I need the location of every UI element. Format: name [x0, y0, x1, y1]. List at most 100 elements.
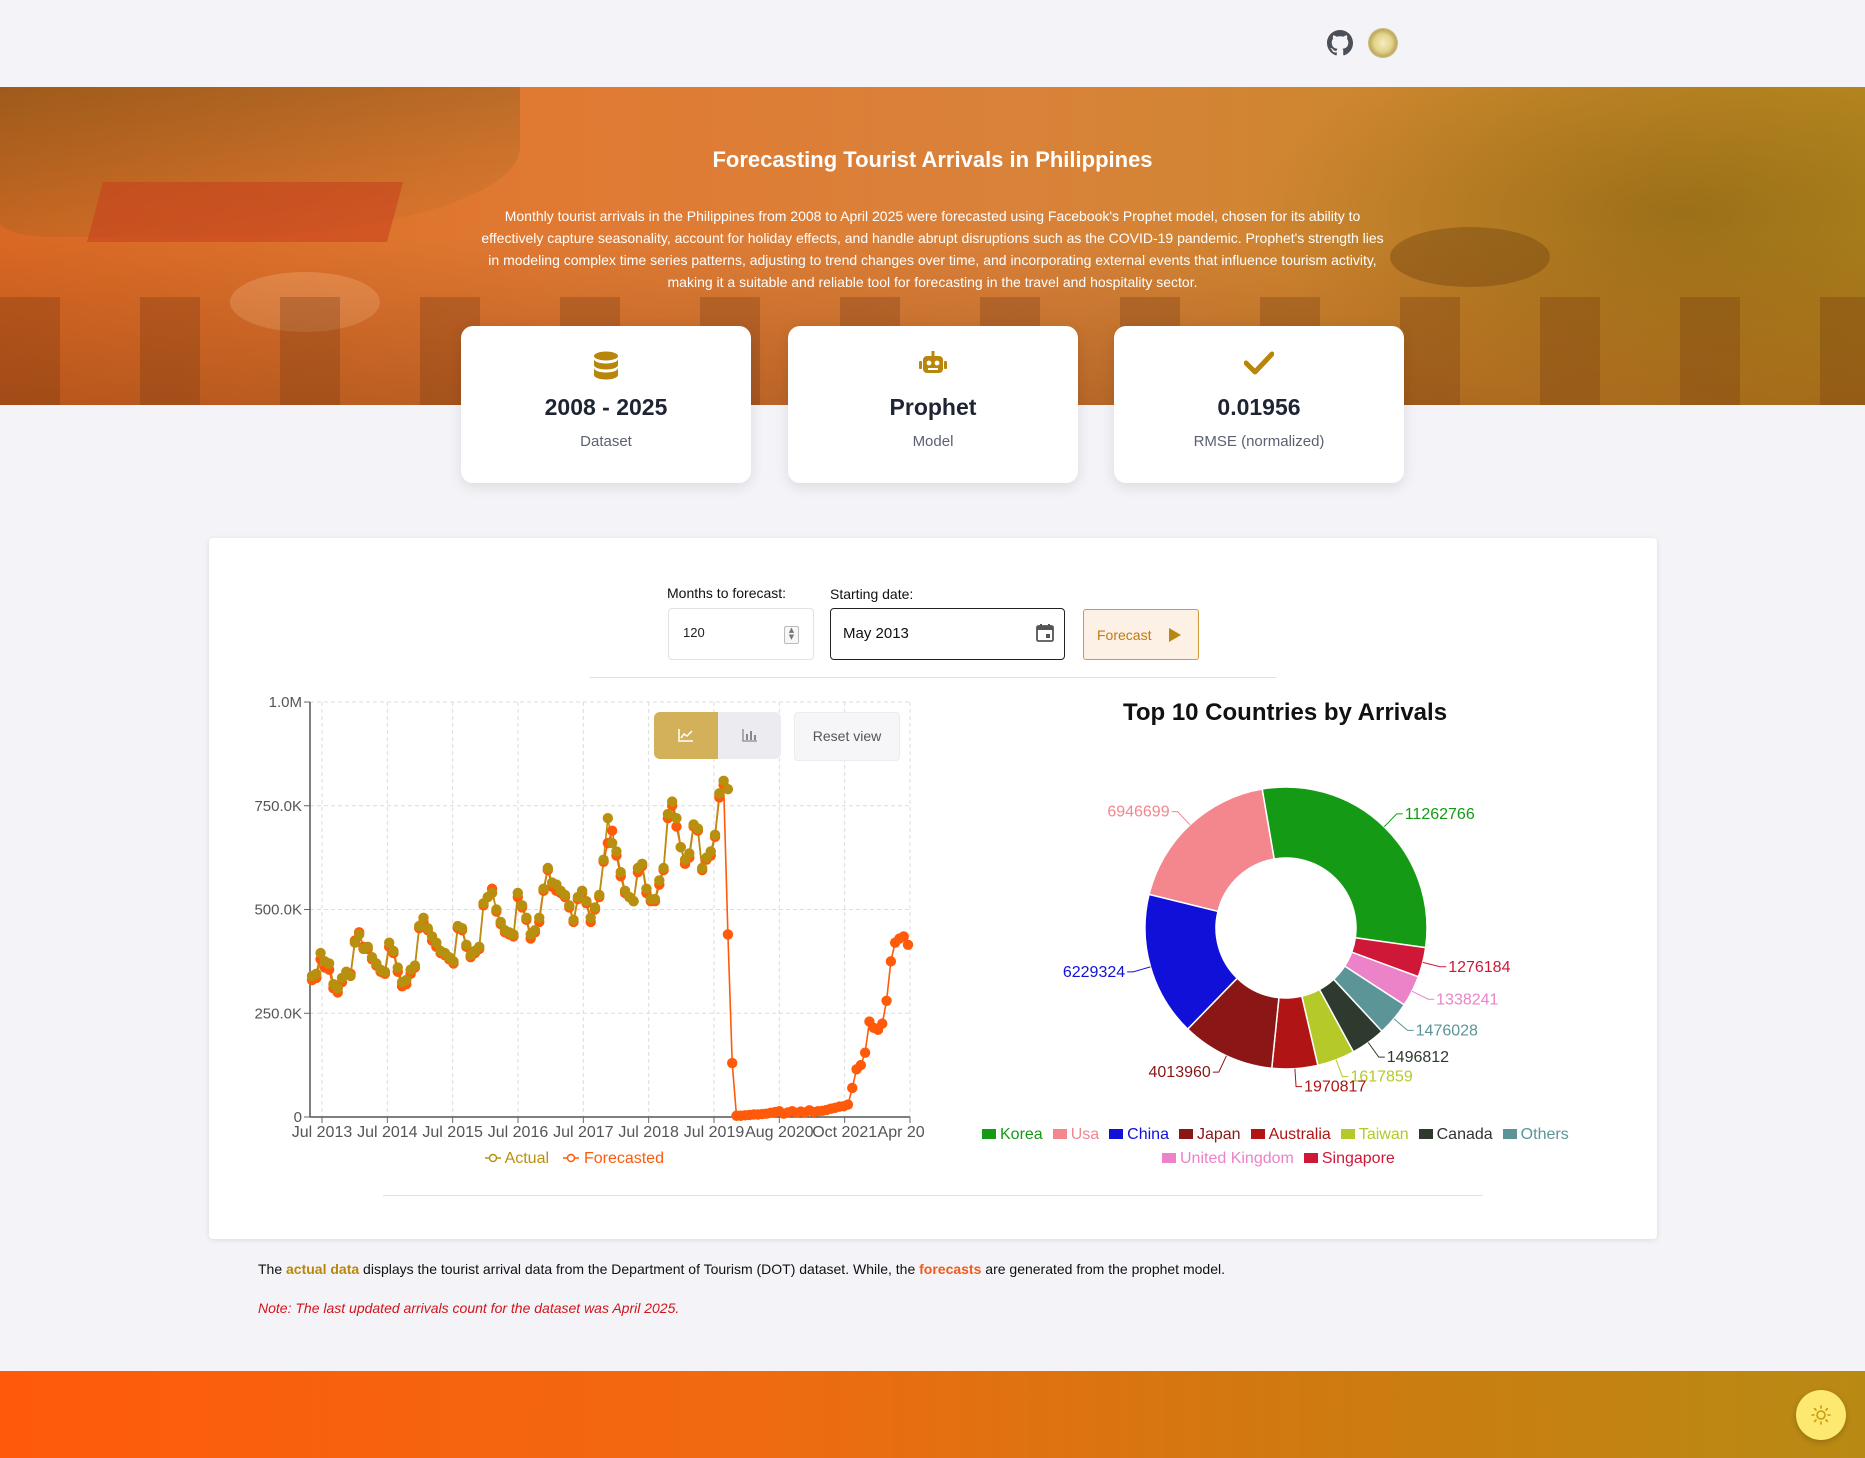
legend-marker-icon [563, 1153, 580, 1163]
legend-marker-icon [485, 1153, 501, 1163]
github-icon[interactable] [1327, 30, 1353, 56]
data-point-actual [692, 823, 704, 834]
data-point-actual [534, 912, 545, 923]
line-chart-icon [678, 729, 693, 742]
data-point-actual [491, 904, 502, 915]
legend-item-japan[interactable]: Japan [1178, 1126, 1241, 1144]
x-tick-label: Jul 2015 [422, 1124, 483, 1141]
legend-label: Usa [1070, 1126, 1100, 1143]
legend-item-usa[interactable]: Usa [1052, 1126, 1100, 1144]
bar-chart-toggle[interactable] [718, 712, 781, 759]
data-point-actual [388, 945, 399, 957]
starting-date-input[interactable]: May 2013 [830, 608, 1065, 660]
legend-item-actual[interactable]: Actual [485, 1150, 549, 1168]
y-tick-label: 250.0K [254, 1005, 302, 1022]
slice-value-label: 4013960 [1149, 1064, 1211, 1081]
x-tick-label: Jul 2014 [357, 1124, 418, 1141]
data-point-forecasted [881, 995, 892, 1006]
data-point-actual [456, 922, 468, 934]
data-point-actual [353, 929, 365, 940]
data-point-actual [564, 900, 575, 911]
actual-data-highlight: actual data [286, 1261, 360, 1277]
data-point-actual [705, 846, 716, 857]
start-date-label: Starting date: [830, 586, 914, 602]
slice-leader-line [1393, 1018, 1414, 1031]
data-point-actual [529, 925, 541, 936]
reset-view-button[interactable]: Reset view [794, 712, 900, 761]
legend-item-korea[interactable]: Korea [982, 1126, 1043, 1144]
database-icon [594, 351, 618, 380]
data-point-actual [345, 970, 356, 982]
slice-value-label: 1476028 [1416, 1022, 1478, 1039]
legend-label: Others [1520, 1126, 1569, 1143]
months-to-forecast-input[interactable]: 120 ▲ ▼ [668, 608, 814, 660]
legend-item-forecasted[interactable]: Forecasted [563, 1150, 664, 1168]
data-point-actual [581, 896, 592, 907]
data-point-forecasted [855, 1059, 867, 1071]
data-point-forecasted [902, 939, 914, 950]
last-updated-note: Note: The last updated arrivals count fo… [258, 1300, 680, 1316]
data-point-actual [508, 929, 519, 940]
data-point-actual [392, 962, 403, 973]
theme-toggle-button[interactable] [1796, 1390, 1846, 1440]
legend-item-united-kingdom[interactable]: United Kingdom [1162, 1150, 1294, 1168]
slice-leader-line [1294, 1068, 1303, 1088]
dot-seal-logo-icon[interactable] [1369, 29, 1397, 57]
data-point-actual [516, 900, 528, 911]
legend-item-singapore[interactable]: Singapore [1303, 1150, 1395, 1168]
top-countries-donut-chart[interactable]: 1126276612761841338241147602814968121617… [1040, 760, 1560, 1100]
data-point-forecasted [859, 1047, 871, 1058]
legend-item-australia[interactable]: Australia [1250, 1126, 1331, 1144]
divider [590, 677, 1276, 678]
legend-item-china[interactable]: China [1109, 1126, 1169, 1144]
legend-label: Japan [1196, 1126, 1241, 1143]
play-icon [1169, 628, 1181, 642]
sun-icon [1811, 1405, 1831, 1425]
robot-icon [919, 351, 947, 373]
data-source-note: The actual data displays the tourist arr… [258, 1261, 1225, 1277]
data-point-forecasted [842, 1099, 854, 1110]
x-tick-label: Jul 2018 [618, 1124, 679, 1141]
data-point-actual [576, 885, 588, 897]
arrivals-line-chart[interactable]: 0250.0K500.0K750.0K1.0MJul 2013 Jul 2014 J… [245, 690, 925, 1180]
data-point-forecasted [847, 1082, 858, 1094]
data-point-actual [559, 889, 571, 901]
data-point-actual [568, 914, 579, 926]
legend-item-taiwan[interactable]: Taiwan [1340, 1126, 1409, 1144]
data-point-actual [654, 875, 665, 886]
page-title: Forecasting Tourist Arrivals in Philippi… [712, 147, 1153, 172]
data-point-actual [542, 862, 554, 874]
data-point-actual [709, 829, 721, 840]
slice-value-label: 1970817 [1304, 1079, 1366, 1096]
line-chart-toggle[interactable] [654, 712, 718, 759]
data-point-actual [512, 887, 524, 899]
stat-card-model: Prophet Model [788, 326, 1078, 483]
legend-swatch [1178, 1129, 1193, 1139]
legend-swatch [1052, 1129, 1067, 1139]
slice-leader-line [1411, 990, 1435, 1000]
data-point-actual [585, 912, 596, 923]
stat-value: 2008 - 2025 [544, 394, 668, 420]
stepper-icon[interactable]: ▲ ▼ [784, 626, 799, 644]
stat-label: Dataset [580, 433, 632, 450]
data-point-actual [538, 883, 549, 894]
legend-label: Canada [1436, 1126, 1493, 1143]
x-tick-label: Jul 2013 [292, 1124, 353, 1141]
forecast-button[interactable]: Forecast [1083, 609, 1199, 660]
calendar-icon[interactable] [1035, 623, 1055, 643]
data-point-actual [311, 968, 322, 980]
legend-item-others[interactable]: Others [1502, 1126, 1569, 1144]
legend-label: China [1127, 1126, 1169, 1143]
data-point-actual [611, 846, 622, 857]
chart-type-toggle [654, 712, 781, 759]
data-point-forecasted [606, 825, 618, 836]
stat-label: RMSE (normalized) [1193, 433, 1325, 450]
y-tick-label: 750.0K [254, 798, 302, 815]
data-point-actual [418, 912, 429, 923]
slice-value-label: 11262766 [1405, 806, 1475, 823]
legend-swatch [982, 1129, 996, 1139]
legend-swatch [1162, 1153, 1176, 1163]
pie-legend-row-2: United Kingdom Singapore [1162, 1150, 1405, 1168]
legend-item-canada[interactable]: Canada [1418, 1126, 1493, 1144]
top-navbar [0, 0, 1865, 87]
